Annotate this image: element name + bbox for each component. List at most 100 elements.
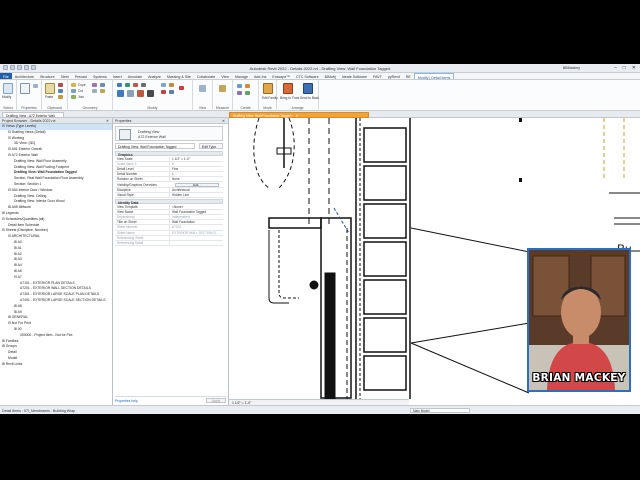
ribbon-tab-pavt[interactable]: PAVT [370,73,385,79]
edit-type-button[interactable]: Edit Type [199,143,223,149]
rebar-dot [309,280,319,290]
visibility-graphics-edit-button[interactable]: Edit... [175,183,219,187]
ribbon-group-view: View [193,80,213,111]
measure-icon[interactable] [219,85,226,92]
properties-help-link[interactable]: Properties help [115,399,138,403]
properties-header: Properties ✕ [113,118,228,124]
type-properties-icon[interactable] [33,84,38,88]
cut-icon[interactable] [58,83,63,87]
split-element-icon[interactable] [161,83,166,87]
ribbon-tab-re[interactable]: RE [403,73,414,79]
delete-icon[interactable] [179,86,184,90]
ribbon-tab-precast[interactable]: Precast [72,73,90,79]
create-assembly-icon[interactable] [237,84,242,88]
paste-icon[interactable] [45,83,55,94]
ribbon-tab-add-ins[interactable]: Add-Ins [251,73,269,79]
maximize-button[interactable]: □ [623,65,626,71]
ribbon-tab-massing-site[interactable]: Massing & Site [164,73,194,79]
offset-icon[interactable] [125,83,130,87]
user-name[interactable]: BBMackey [563,66,580,70]
ribbon-tab-structure[interactable]: Structure [37,73,58,79]
ribbon-group-label: Arrange [291,106,304,110]
cope-icon[interactable] [71,83,76,87]
move-icon[interactable] [117,90,124,97]
create-similar-icon[interactable] [245,91,250,95]
ribbon-group-label: Create [240,106,251,110]
ribbon-tab-pyrevit[interactable]: pyRevit [385,73,403,79]
ribbon-tab-architecture[interactable]: Architecture [12,73,37,79]
presenter-video [529,250,629,390]
ribbon-tab-view[interactable]: View [218,73,232,79]
ribbon-tab-manage[interactable]: Manage [232,73,251,79]
match-properties-icon[interactable] [58,95,63,99]
brick [363,241,407,277]
join-icon[interactable] [71,95,76,99]
ribbon-group-properties: Properties [17,80,42,111]
modify-cursor-icon[interactable] [3,83,13,94]
wall-joins-icon[interactable] [92,89,97,93]
ribbon-group-create: Create [233,80,259,111]
instance-filter-dropdown[interactable]: Drafting View: Wall Foundation Tagged [115,143,195,149]
type-family: Drafting View [138,130,160,134]
ribbon-tab-annotate[interactable]: Annotate [125,73,145,79]
ribbon: Modify Select Properties Paste Clipboard… [0,80,640,111]
close-panel-icon[interactable]: ✕ [222,119,225,123]
paste-label: Paste [45,95,54,99]
sill-plate [268,217,322,229]
ribbon-tab-collaborate[interactable]: Collaborate [194,73,218,79]
ribbon-tab-bimobj[interactable]: BIMobj [322,73,339,79]
ribbon-tab-analyze[interactable]: Analyze [145,73,164,79]
ribbon-tab-steel[interactable]: Steel [58,73,72,79]
split-face-icon[interactable] [100,83,105,87]
text-marker [519,118,522,122]
properties-icon[interactable] [20,83,30,94]
property-group-header[interactable]: Graphics [115,151,223,157]
minimize-button[interactable]: – [614,65,617,71]
create-group-icon[interactable] [237,91,242,95]
title-bar: Autodesk Revit 2022 - Details 2022.rvt -… [0,64,640,73]
send-to-back-label: Send to Back [300,96,319,100]
ribbon-tab-enscape[interactable]: Enscape™ [269,73,293,79]
active-workset-dropdown[interactable]: Main Model [410,407,470,413]
send-to-back-icon[interactable] [303,83,313,94]
membrane-line [278,230,299,299]
create-parts-icon[interactable] [245,84,250,88]
trim-extend-icon[interactable] [147,90,154,97]
cut-geometry-label: Cut [78,89,83,93]
ribbon-tab-insert[interactable]: Insert [110,73,125,79]
bring-to-front-label: Bring to Front [280,96,300,100]
cope-label: Cope [78,83,86,87]
mirror-pick-axis-icon[interactable] [133,83,138,87]
rotate-icon[interactable] [137,90,144,97]
ribbon-tab-file[interactable]: File [0,73,12,79]
pin-icon[interactable] [169,90,174,94]
close-panel-icon[interactable]: ✕ [106,119,109,123]
ribbon-tab-ideate-software[interactable]: Ideate Software [339,73,370,79]
view-icon[interactable] [199,85,206,92]
ribbon-tab-modify-detail-items[interactable]: Modify | Detail Items [413,73,455,80]
copy-element-icon[interactable] [127,90,134,97]
bring-to-front-icon[interactable] [283,83,293,94]
property-group-header[interactable]: Identity Data [115,199,223,205]
copy-icon[interactable] [58,89,63,93]
ribbon-group-clipboard: Paste Clipboard [42,80,68,111]
align-icon[interactable] [117,83,122,87]
scale-icon[interactable] [161,90,166,94]
tree-item[interactable]: ⊞ Revit Links [0,362,112,368]
close-button[interactable]: ✕ [632,65,636,71]
paint-icon[interactable] [92,83,97,87]
type-selector[interactable]: Drafting View A72 Exterior Wall [115,126,223,141]
ribbon-tab-systems[interactable]: Systems [90,73,110,79]
ribbon-group-modify: Modify [113,80,193,111]
property-value[interactable]: Hidden Line [169,192,223,198]
cut-geometry-icon[interactable] [71,89,76,93]
leader-line [410,342,530,394]
edit-family-icon[interactable] [263,83,273,94]
ribbon-group-label: Measure [215,106,230,110]
apply-button[interactable]: Apply [206,398,226,403]
demolish-icon[interactable] [100,89,105,93]
mirror-draw-axis-icon[interactable] [141,83,146,87]
array-icon[interactable] [169,83,174,87]
ribbon-tab-ctc-software[interactable]: CTC Software [293,73,322,79]
brick [363,127,407,163]
